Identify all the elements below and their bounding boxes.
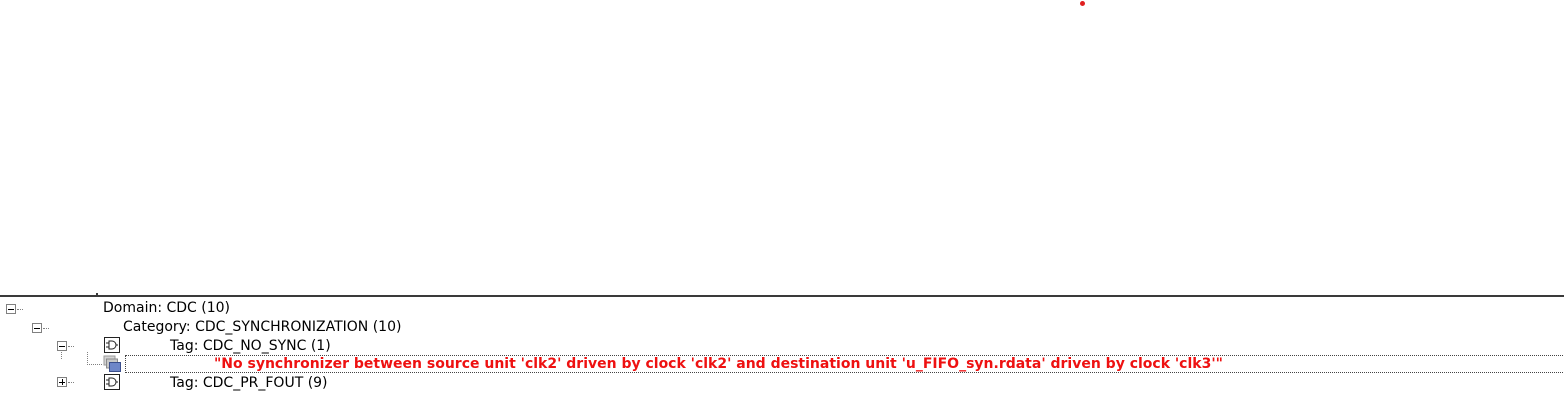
tree-row-category[interactable]: Category: CDC_SYNCHRONIZATION (10) (0, 318, 1564, 337)
tag-pr-fout-label: Tag: CDC_PR_FOUT (9) (170, 375, 328, 391)
tree-connector (68, 382, 74, 383)
splitter-grip (96, 293, 98, 295)
canvas-area[interactable] (0, 0, 1564, 295)
violation-message: "No synchronizer between source unit 'cl… (214, 356, 1223, 372)
category-label: Category: CDC_SYNCHRONIZATION (10) (123, 319, 402, 335)
tree-connector (43, 328, 49, 329)
collapse-category-icon[interactable] (32, 323, 42, 333)
tag-gate-icon (104, 374, 120, 390)
violation-tree: Domain: CDC (10) Category: CDC_SYNCHRONI… (0, 297, 1564, 403)
tree-row-domain[interactable]: Domain: CDC (10) (0, 299, 1564, 318)
collapse-tag-no-sync-icon[interactable] (57, 341, 67, 351)
domain-label: Domain: CDC (10) (103, 300, 231, 316)
tree-connector (87, 364, 102, 365)
tree-connector (17, 309, 23, 310)
message-stack-icon (103, 355, 121, 372)
tree-row-tag-pr-fout[interactable]: Tag: CDC_PR_FOUT (9) (0, 374, 1564, 393)
tree-row-message[interactable]: "No synchronizer between source unit 'cl… (0, 355, 1564, 374)
tree-connector (68, 346, 74, 347)
collapse-domain-icon[interactable] (6, 304, 16, 314)
expand-tag-pr-fout-icon[interactable] (57, 377, 67, 387)
tag-gate-icon (104, 337, 120, 353)
tree-row-tag-no-sync[interactable]: Tag: CDC_NO_SYNC (1) (0, 337, 1564, 356)
marker-dot (1080, 1, 1085, 6)
tag-no-sync-label: Tag: CDC_NO_SYNC (1) (170, 338, 331, 354)
